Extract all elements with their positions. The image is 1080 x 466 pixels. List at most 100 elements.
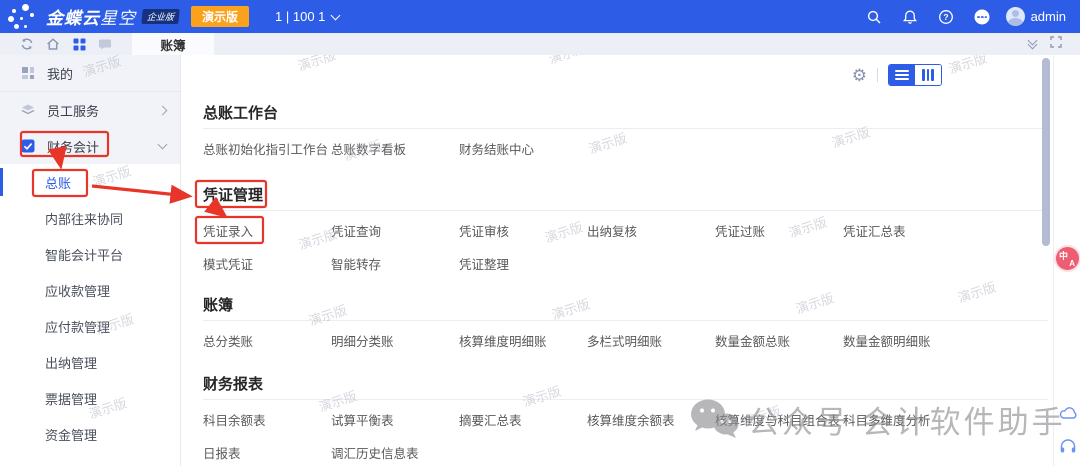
brand-title: 金蝶云星空 (46, 4, 136, 29)
dashboard-icon (21, 66, 35, 80)
checkbox-checked-icon (21, 139, 35, 153)
menu-item[interactable]: 多栏式明细账 (587, 335, 715, 350)
sidebar-item-my[interactable]: 我的 (0, 55, 180, 92)
menu-item[interactable]: 凭证汇总表 (843, 225, 971, 240)
menu-item[interactable]: 数量金额总账 (715, 335, 843, 350)
header-actions: ? admin (856, 7, 1080, 26)
help-icon[interactable]: ? (928, 9, 964, 25)
section-title: 账簿 (203, 298, 1048, 321)
user-menu[interactable]: admin (1006, 7, 1066, 26)
menu-item[interactable]: 凭证整理 (459, 258, 587, 273)
sync-icon[interactable] (14, 33, 40, 55)
menu-item[interactable]: 调汇历史信息表 (331, 447, 459, 462)
svg-text:?: ? (943, 12, 948, 22)
sidebar-item-label: 应付款管理 (45, 317, 110, 336)
home-icon[interactable] (40, 33, 66, 55)
sidebar-item-general-ledger[interactable]: 总账 (0, 164, 180, 200)
menu-item[interactable]: 模式凭证 (203, 258, 331, 273)
section-title: 财务报表 (203, 377, 1048, 400)
notification-bell-icon[interactable] (892, 9, 928, 25)
tab-account-books[interactable]: 账簿 (132, 33, 214, 55)
menu-item[interactable]: 日报表 (203, 447, 331, 462)
section-items: 总分类账 明细分类账 核算维度明细账 多栏式明细账 数量金额总账 数量金额明细账 (203, 335, 1048, 350)
sidebar-item-payables-management[interactable]: 应付款管理 (0, 308, 180, 344)
view-tools: ⚙ (852, 64, 942, 86)
brand-bold: 金蝶云 (46, 9, 100, 28)
section-items: 总账初始化指引工作台 总账数字看板 财务结账中心 (203, 143, 1048, 158)
menu-item[interactable]: 数量金额明细账 (843, 335, 971, 350)
column-view-button[interactable] (915, 65, 941, 85)
tab-label: 账簿 (160, 35, 185, 54)
sidebar-item-label: 财务会计 (47, 137, 99, 156)
sidebar-item-label: 智能会计平台 (45, 245, 123, 264)
section-financial-reports: 财务报表 科目余额表 试算平衡表 摘要汇总表 核算维度余额表 核算维度与科目组合… (203, 377, 1048, 462)
sidebar-item-label: 我的 (47, 64, 73, 83)
menu-item-voucher-entry[interactable]: 凭证录入 (203, 225, 331, 240)
chevron-down-icon (331, 10, 341, 20)
brand-light: 星空 (100, 9, 136, 28)
apps-grid-icon[interactable] (66, 33, 92, 55)
scrollbar-thumb[interactable] (1042, 58, 1050, 246)
menu-item[interactable]: 科目多维度分析 (843, 414, 971, 429)
org-selector-label: 1 | 100 1 (275, 9, 325, 24)
divider (877, 68, 878, 82)
org-selector[interactable]: 1 | 100 1 (275, 9, 339, 24)
section-title: 凭证管理 (203, 188, 1048, 211)
chat-icon[interactable] (92, 33, 118, 55)
translate-en-glyph: A (1069, 259, 1075, 268)
headphones-icon[interactable] (1058, 436, 1078, 456)
menu-item[interactable]: 智能转存 (331, 258, 459, 273)
sidebar-item-bill-management[interactable]: 票据管理 (0, 380, 180, 416)
search-icon[interactable] (856, 9, 892, 25)
sidebar-submenu: 总账 内部往来协同 智能会计平台 应收款管理 应付款管理 出纳管理 票据管理 资… (0, 164, 180, 452)
list-view-button[interactable] (889, 65, 915, 85)
menu-item[interactable]: 明细分类账 (331, 335, 459, 350)
avatar (1006, 7, 1025, 26)
toolbar-right (1029, 35, 1062, 53)
gear-icon[interactable]: ⚙ (852, 67, 867, 84)
menu-item[interactable]: 摘要汇总表 (459, 414, 587, 429)
chevron-right-icon (158, 105, 168, 115)
sidebar-item-internal-collaboration[interactable]: 内部往来协同 (0, 200, 180, 236)
username-label: admin (1031, 9, 1066, 24)
sidebar-item-cashier-management[interactable]: 出纳管理 (0, 344, 180, 380)
menu-item[interactable]: 试算平衡表 (331, 414, 459, 429)
menu-item[interactable]: 凭证查询 (331, 225, 459, 240)
collapse-tabs-icon[interactable] (1029, 40, 1036, 48)
sidebar-item-financial-accounting[interactable]: 财务会计 (0, 128, 180, 164)
sidebar-item-label: 应收款管理 (45, 281, 110, 300)
sidebar-item-fund-management[interactable]: 资金管理 (0, 416, 180, 452)
section-voucher-management: 凭证管理 凭证录入 凭证查询 凭证审核 出纳复核 凭证过账 凭证汇总表 模式凭证… (203, 188, 1048, 273)
section-gl-workbench: 总账工作台 总账初始化指引工作台 总账数字看板 财务结账中心 (203, 106, 1048, 158)
menu-item[interactable]: 财务结账中心 (459, 143, 587, 158)
menu-item[interactable]: 总账数字看板 (331, 143, 459, 158)
menu-item[interactable]: 凭证审核 (459, 225, 587, 240)
menu-item[interactable]: 出纳复核 (587, 225, 715, 240)
menu-item[interactable]: 凭证过账 (715, 225, 843, 240)
layers-icon (21, 103, 35, 117)
tab-toolbar: 账簿 (0, 33, 1080, 55)
menu-item[interactable]: 科目余额表 (203, 414, 331, 429)
sidebar-item-employee-services[interactable]: 员工服务 (0, 92, 180, 128)
accessibility-mode-icon[interactable] (964, 8, 1000, 26)
sidebar-item-smart-accounting-platform[interactable]: 智能会计平台 (0, 236, 180, 272)
sidebar: 我的 员工服务 财务会计 总账 内部往来协同 智能会计平台 应收款管理 应付款管… (0, 55, 181, 466)
menu-item[interactable]: 核算维度明细账 (459, 335, 587, 350)
cloud-icon[interactable] (1058, 403, 1078, 423)
sidebar-item-label: 总账 (45, 173, 71, 192)
menu-item[interactable]: 总账初始化指引工作台 (203, 143, 331, 158)
translate-icon[interactable]: 中 A (1056, 247, 1079, 270)
section-items: 凭证录入 凭证查询 凭证审核 出纳复核 凭证过账 凭证汇总表 模式凭证 智能转存… (203, 225, 1048, 273)
sidebar-top-group: 我的 员工服务 财务会计 (0, 55, 180, 164)
menu-item[interactable]: 核算维度余额表 (587, 414, 715, 429)
menu-item[interactable]: 核算维度与科目组合表 (715, 414, 843, 429)
sidebar-item-receivables-management[interactable]: 应收款管理 (0, 272, 180, 308)
chevron-down-icon (158, 140, 168, 150)
menu-item[interactable]: 总分类账 (203, 335, 331, 350)
section-title: 总账工作台 (203, 106, 1048, 129)
app-window: 金蝶云星空 企业版 演示版 1 | 100 1 ? admin (0, 0, 1080, 466)
edition-badge: 企业版 (141, 9, 180, 24)
sidebar-item-label: 资金管理 (45, 425, 97, 444)
fullscreen-icon[interactable] (1050, 35, 1062, 53)
translate-zh-glyph: 中 (1059, 249, 1068, 262)
